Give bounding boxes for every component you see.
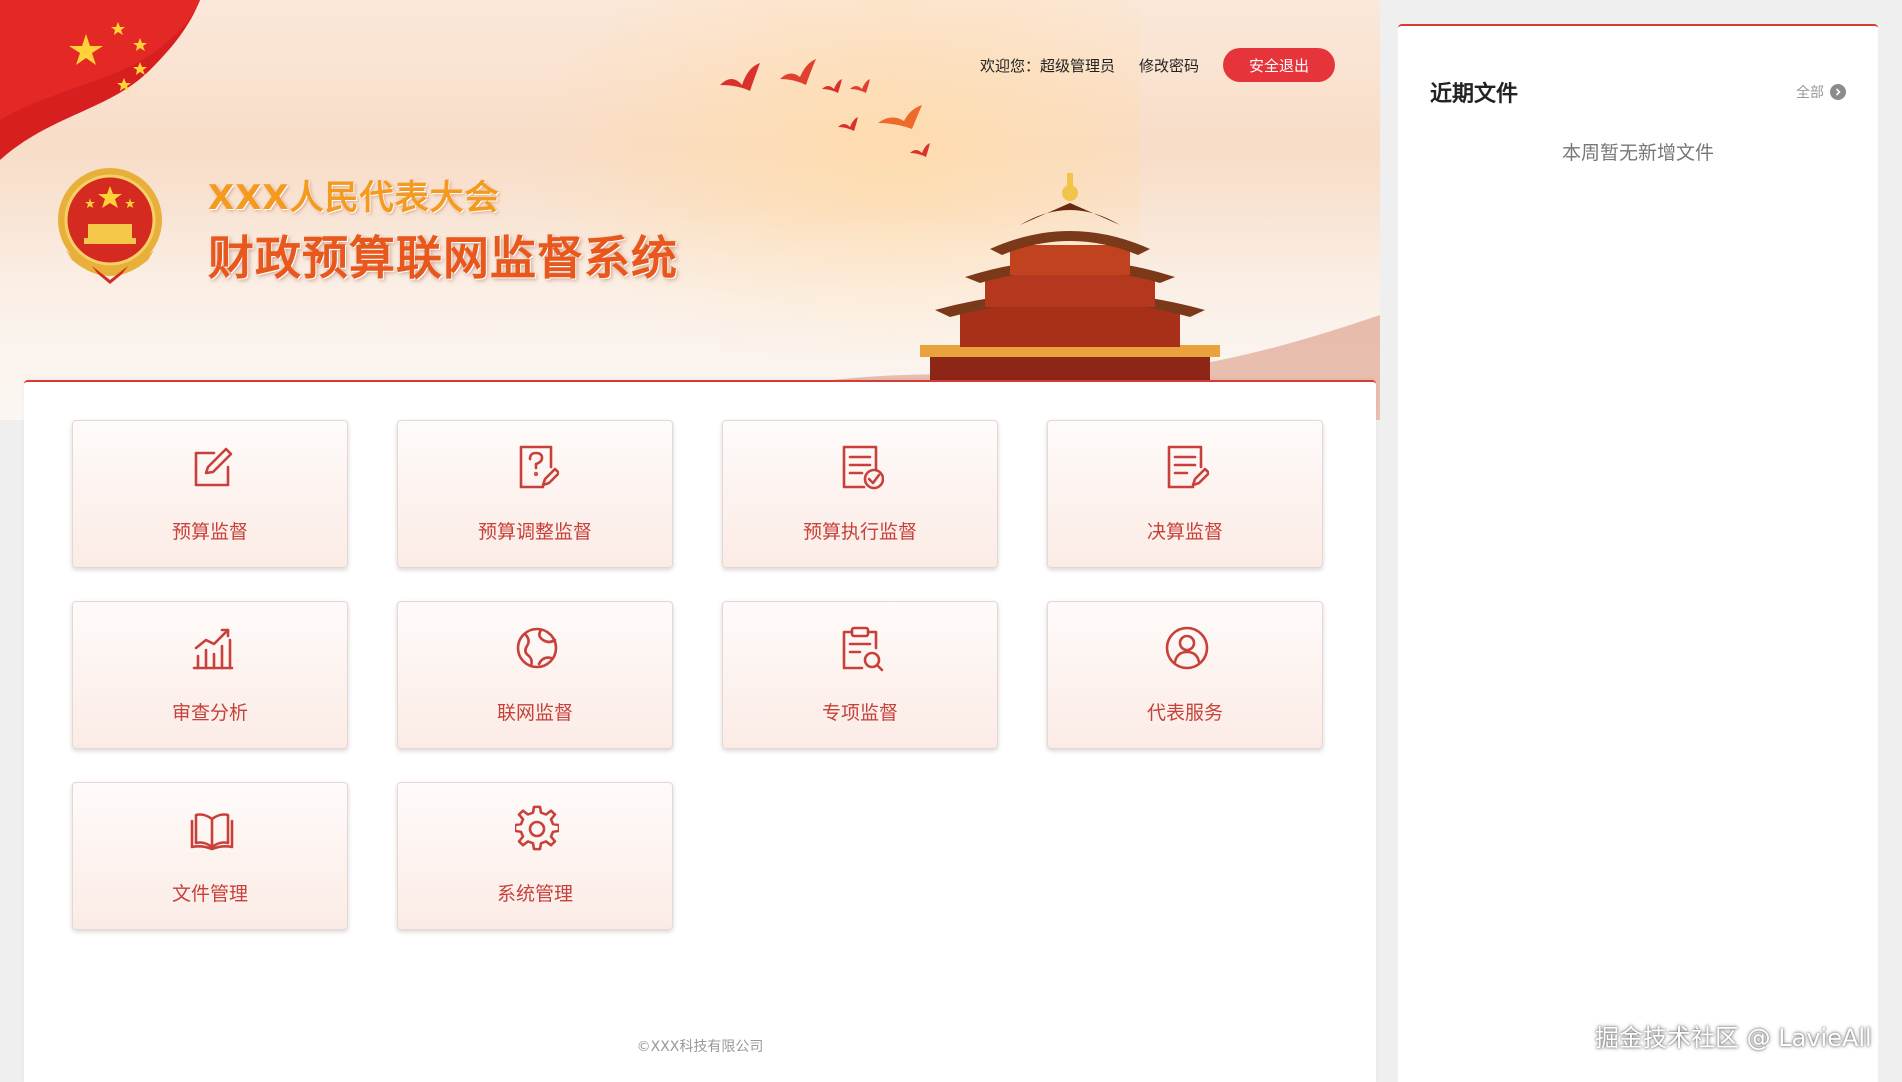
module-tile-review-analysis[interactable]: 审查分析 <box>72 601 348 749</box>
module-tile-representative-service[interactable]: 代表服务 <box>1047 601 1323 749</box>
welcome-text: 欢迎您：超级管理员 <box>980 56 1116 75</box>
logout-button[interactable]: 安全退出 <box>1223 48 1336 82</box>
chevron-right-icon <box>1830 84 1846 100</box>
module-label: 预算监督 <box>171 521 248 543</box>
checked-document-icon <box>842 445 884 490</box>
module-label: 系统管理 <box>496 883 573 905</box>
copyright-footer: ©XXX科技有限公司 <box>636 1039 764 1055</box>
module-tile-budget-supervision[interactable]: 预算监督 <box>72 420 348 568</box>
module-tile-network-supervision[interactable]: 联网监督 <box>397 601 673 749</box>
user-circle-icon <box>1165 626 1209 670</box>
module-tile-file-management[interactable]: 文件管理 <box>72 782 348 930</box>
module-label: 专项监督 <box>821 702 898 724</box>
view-all-label: 全部 <box>1796 85 1824 101</box>
recent-files-title: 近期文件 <box>1430 82 1519 107</box>
recent-files-panel: 近期文件 全部 本周暂无新增文件 <box>1398 24 1878 1082</box>
gear-icon <box>515 805 559 851</box>
national-emblem-icon <box>58 168 162 284</box>
module-tile-system-management[interactable]: 系统管理 <box>397 782 673 930</box>
red-flag-icon <box>0 0 200 160</box>
module-tile-budget-adjustment[interactable]: 预算调整监督 <box>397 420 673 568</box>
watermark: 掘金技术社区 @ LavieAll <box>1595 1024 1872 1052</box>
module-label: 决算监督 <box>1146 521 1223 543</box>
bar-chart-icon <box>192 628 234 670</box>
module-label: 预算调整监督 <box>477 521 592 543</box>
document-pen-icon <box>1167 445 1209 489</box>
globe-icon <box>516 627 558 669</box>
clipboard-search-icon <box>842 626 884 672</box>
module-tile-budget-execution[interactable]: 预算执行监督 <box>722 420 998 568</box>
system-title: 财政预算联网监督系统 <box>208 231 678 285</box>
birds-decoration <box>720 59 930 157</box>
module-label: 预算执行监督 <box>802 521 917 543</box>
module-tile-special-supervision[interactable]: 专项监督 <box>722 601 998 749</box>
module-label: 联网监督 <box>496 702 573 724</box>
user-toolbar: 欢迎您：超级管理员 修改密码 安全退出 <box>980 48 1336 82</box>
module-panel: 预算监督 预算调整监督 预算执行监督 决算监督 审查分析 联网监督 专项监督 代… <box>24 380 1376 1082</box>
module-label: 文件管理 <box>171 883 248 905</box>
edit-square-icon <box>194 447 233 487</box>
module-tile-final-accounts[interactable]: 决算监督 <box>1047 420 1323 568</box>
change-password-link[interactable]: 修改密码 <box>1139 55 1199 76</box>
title-line1: XXX人民代表大会 <box>208 178 500 218</box>
module-label: 审查分析 <box>171 702 248 724</box>
view-all-link[interactable]: 全部 <box>1796 82 1846 102</box>
question-document-icon <box>519 445 559 489</box>
module-label: 代表服务 <box>1146 702 1223 724</box>
open-book-icon <box>190 813 234 851</box>
empty-state-message: 本周暂无新增文件 <box>1561 142 1714 164</box>
